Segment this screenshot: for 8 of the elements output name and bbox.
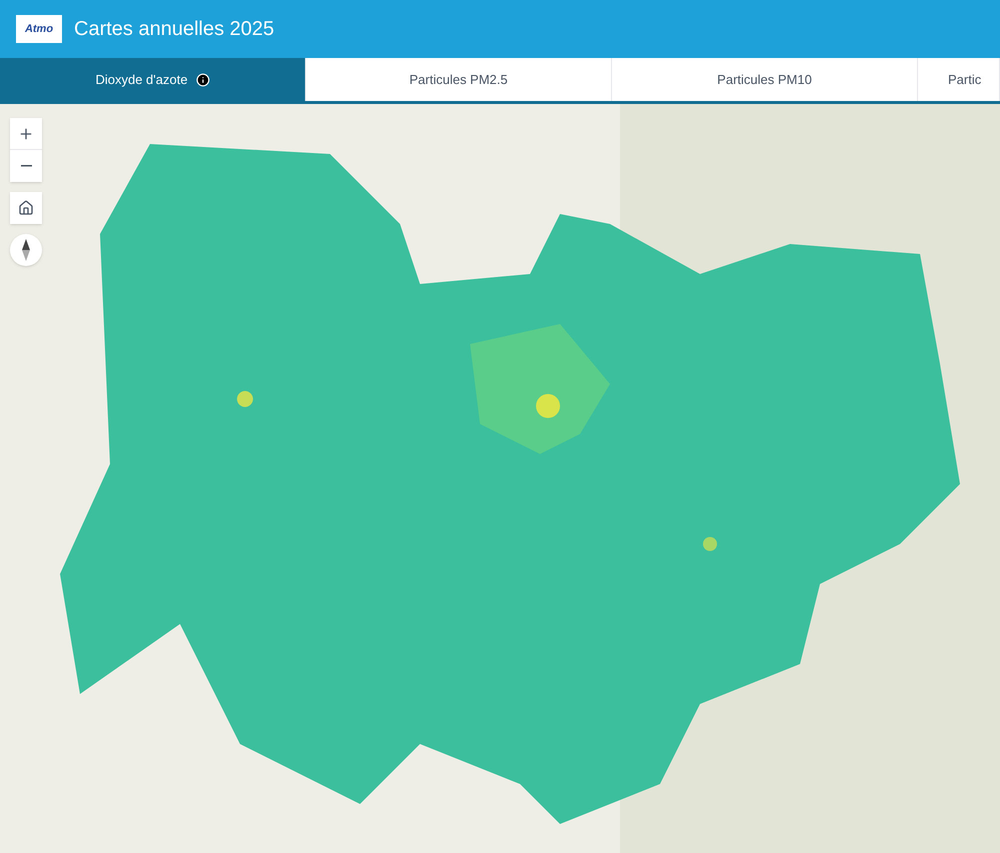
tab[interactable]: Dioxyde d'azote	[0, 58, 306, 101]
logo: Atmo	[16, 15, 62, 43]
plus-icon	[18, 126, 34, 142]
compass-icon	[21, 239, 31, 261]
minus-icon	[20, 165, 32, 167]
home-icon	[18, 200, 34, 216]
home-button[interactable]	[10, 192, 42, 224]
app-title: Cartes annuelles 2025	[74, 17, 274, 42]
